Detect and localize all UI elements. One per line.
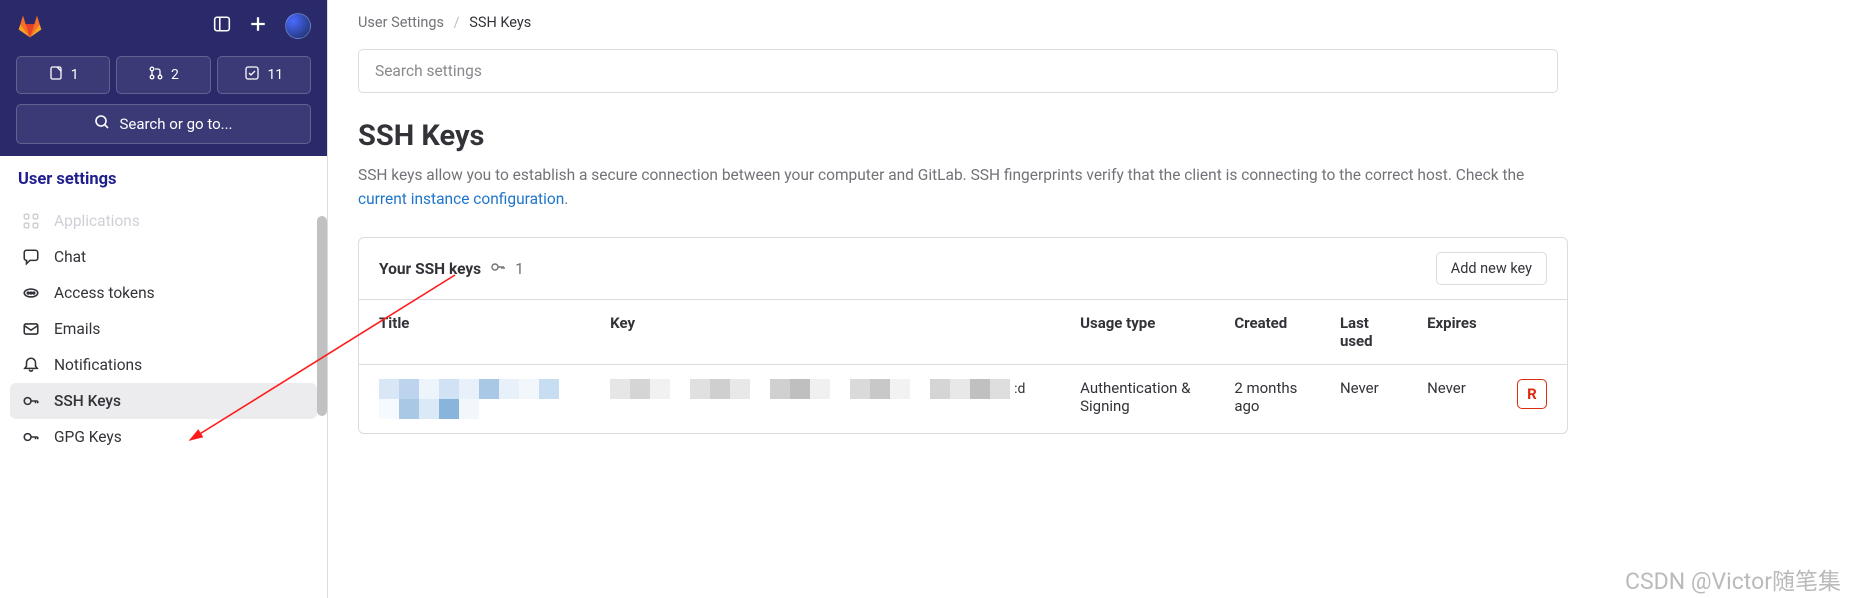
key-count: 1 [515,260,524,278]
plus-icon[interactable] [249,15,267,37]
key-trail: :d [1014,381,1025,397]
table-row: :d Authentication & Signing 2 months ago… [359,365,1567,434]
token-icon [22,284,40,302]
col-title: Title [359,300,590,365]
sidebar-item-label: GPG Keys [54,428,122,446]
panel-icon[interactable] [213,15,231,37]
sidebar-item-label: Emails [54,320,100,338]
cell-usage: Authentication & Signing [1060,365,1214,434]
sidebar-item-label: Chat [54,248,86,266]
sidebar-section-title: User settings [0,156,327,203]
col-last-used: Last used [1320,300,1407,365]
sidebar-top-icons [213,13,311,39]
main-content: User Settings / SSH Keys SSH Keys SSH ke… [328,0,1853,598]
breadcrumb: User Settings / SSH Keys [358,14,1853,31]
instance-config-link[interactable]: current instance configuration [358,190,564,208]
badge-row: 1 2 11 [16,56,311,94]
search-button[interactable]: Search or go to... [16,104,311,144]
page-title: SSH Keys [358,119,1853,153]
search-label: Search or go to... [119,115,232,133]
cell-last-used: Never [1320,365,1407,434]
breadcrumb-separator: / [454,14,460,31]
key-icon [22,392,40,410]
sidebar-item-label: SSH Keys [54,392,121,410]
breadcrumb-parent[interactable]: User Settings [358,14,444,31]
avatar[interactable] [285,13,311,39]
sidebar-item-label: Applications [54,212,140,230]
settings-search-input[interactable] [358,49,1558,93]
bell-icon [22,356,40,374]
chat-icon [22,248,40,266]
col-created: Created [1214,300,1320,365]
cell-created: 2 months ago [1214,365,1320,434]
sidebar-item-notifications[interactable]: Notifications [10,347,317,383]
col-expires: Expires [1407,300,1497,365]
cell-expires: Never [1407,365,1497,434]
keys-table: Title Key Usage type Created Last used E… [359,300,1567,433]
key-icon [490,259,506,279]
sidebar-nav: Applications Chat Access tokens Emails N… [0,203,327,598]
sidebar-scrollbar[interactable] [317,216,327,416]
apps-icon [22,212,40,230]
sidebar-item-label: Access tokens [54,284,155,302]
issues-badge[interactable]: 1 [16,56,110,94]
add-key-button[interactable]: Add new key [1436,252,1547,285]
issues-count: 1 [71,67,79,83]
mr-count: 2 [171,67,179,83]
key-icon [22,428,40,446]
sidebar: 1 2 11 Search or go to... User settings … [0,0,328,598]
col-key: Key [590,300,1060,365]
ssh-keys-card: Your SSH keys 1 Add new key Title Key Us… [358,237,1568,434]
sidebar-item-chat[interactable]: Chat [10,239,317,275]
sidebar-item-label: Notifications [54,356,142,374]
todo-count: 11 [267,67,283,83]
cell-title [359,365,590,434]
search-icon [94,114,110,134]
sidebar-item-gpg-keys[interactable]: GPG Keys [10,419,317,455]
sidebar-item-access-tokens[interactable]: Access tokens [10,275,317,311]
cell-key: :d [590,365,1060,434]
card-title: Your SSH keys [379,260,481,278]
merge-icon [148,65,164,85]
card-header: Your SSH keys 1 Add new key [359,238,1567,300]
sidebar-item-ssh-keys[interactable]: SSH Keys [10,383,317,419]
col-usage: Usage type [1060,300,1214,365]
todo-badge[interactable]: 11 [217,56,311,94]
file-icon [48,65,64,85]
sidebar-top-row [16,12,311,40]
mr-badge[interactable]: 2 [116,56,210,94]
mail-icon [22,320,40,338]
gitlab-logo-icon[interactable] [16,12,44,40]
page-description: SSH keys allow you to establish a secure… [358,163,1568,211]
sidebar-header: 1 2 11 Search or go to... [0,0,327,156]
sidebar-item-applications[interactable]: Applications [10,203,317,239]
breadcrumb-current: SSH Keys [469,14,531,31]
checkbox-icon [244,65,260,85]
sidebar-item-emails[interactable]: Emails [10,311,317,347]
delete-key-button[interactable]: R [1517,379,1547,409]
